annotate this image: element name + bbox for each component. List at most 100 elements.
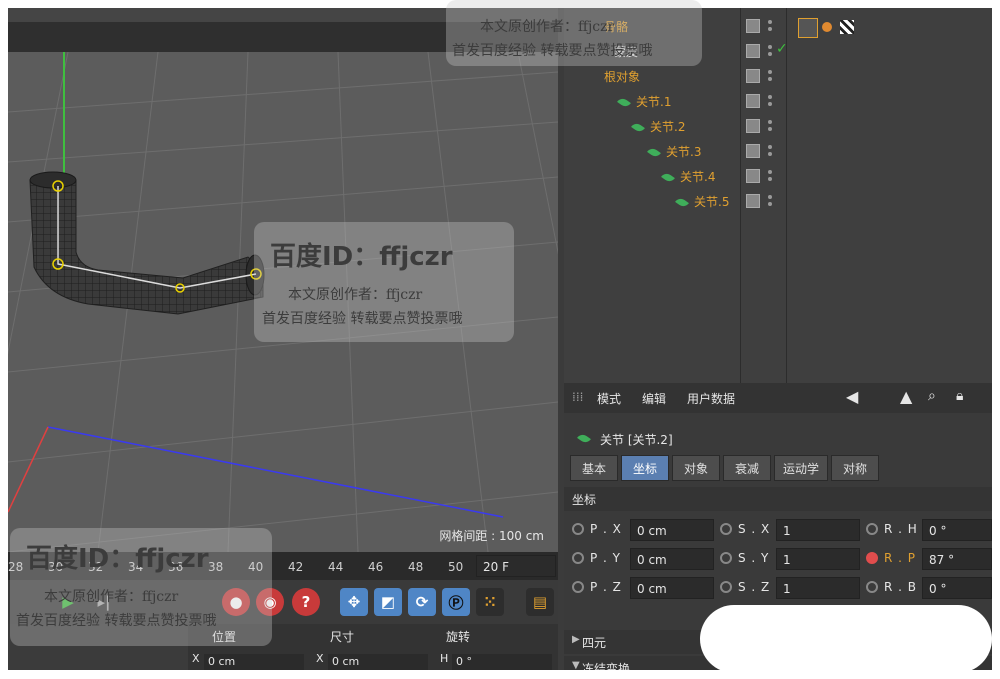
keyframe-radio[interactable] bbox=[720, 523, 732, 535]
object-name: 根对象 bbox=[604, 70, 641, 84]
render-dots-icon[interactable] bbox=[768, 169, 772, 183]
size-header: 尺寸 bbox=[330, 630, 355, 644]
list-item[interactable]: 关节.3 bbox=[564, 139, 992, 163]
up-arrow-icon[interactable]: ▲ bbox=[900, 387, 912, 406]
film-icon[interactable]: ▤ bbox=[526, 588, 554, 616]
list-item[interactable]: 关节.2 bbox=[564, 114, 992, 138]
coord-row-3: P . Z 0 cm S . Z 1 R . B 0 ° bbox=[564, 575, 992, 601]
py-field[interactable]: 0 cm bbox=[630, 548, 714, 570]
sy-field[interactable]: 1 bbox=[776, 548, 860, 570]
sz-field[interactable]: 1 bbox=[776, 577, 860, 599]
search-icon[interactable]: ⌕ bbox=[928, 388, 936, 404]
rotation-header: 旋转 bbox=[446, 630, 471, 644]
tag-icon[interactable] bbox=[798, 18, 818, 38]
grid-spacing-label: 网格间距 : 100 cm bbox=[439, 529, 544, 543]
tab-basic[interactable]: 基本 bbox=[570, 455, 618, 481]
tab-object[interactable]: 对象 bbox=[672, 455, 720, 481]
render-dots-icon[interactable] bbox=[768, 44, 772, 58]
rotate-icon[interactable]: ⟳ bbox=[408, 588, 436, 616]
pz-label: P . Z bbox=[590, 580, 622, 594]
px-field[interactable]: 0 cm bbox=[630, 519, 714, 541]
visibility-toggle[interactable] bbox=[746, 144, 760, 158]
list-item[interactable]: 关节.4 bbox=[564, 164, 992, 188]
tab-kinematics[interactable]: 运动学 bbox=[774, 455, 828, 481]
fold-label: 冻结变换 bbox=[582, 662, 631, 670]
watermark: 百度ID：ffjczr 本文原创作者：ffjczr 首发百度经验 转载要点赞投票… bbox=[10, 528, 272, 646]
checker-tag-icon[interactable] bbox=[840, 20, 854, 34]
keyframe-radio[interactable] bbox=[572, 552, 584, 564]
menu-edit[interactable]: 编辑 bbox=[642, 390, 666, 407]
list-item[interactable]: 关节.1 bbox=[564, 89, 992, 113]
rb-label: R . B bbox=[884, 580, 918, 594]
coord-row-2: P . Y 0 cm S . Y 1 R . P 87 ° bbox=[564, 546, 992, 572]
visibility-toggle[interactable] bbox=[746, 69, 760, 83]
x-label: X bbox=[316, 652, 324, 665]
size-x-field[interactable]: 0 cm bbox=[328, 654, 428, 670]
watermark-line: 本文原创作者：ffjczr bbox=[44, 589, 179, 605]
object-name: 关节.3 bbox=[666, 145, 702, 159]
sx-field[interactable]: 1 bbox=[776, 519, 860, 541]
move-icon[interactable]: ✥ bbox=[340, 588, 368, 616]
joint-icon bbox=[675, 196, 689, 209]
visibility-toggle[interactable] bbox=[746, 19, 760, 33]
visibility-toggle[interactable] bbox=[746, 94, 760, 108]
rh-field[interactable]: 0 ° bbox=[922, 519, 992, 541]
keyframe-radio[interactable] bbox=[720, 581, 732, 593]
keyframe-radio[interactable] bbox=[720, 552, 732, 564]
watermark-line: 本文原创作者：ffjczr bbox=[288, 287, 423, 303]
render-dots-icon[interactable] bbox=[768, 94, 772, 108]
keyframe-radio[interactable] bbox=[866, 523, 878, 535]
tab-coord[interactable]: 坐标 bbox=[621, 455, 669, 481]
fold-label: 四元 bbox=[582, 636, 607, 650]
menu-mode[interactable]: 模式 bbox=[597, 390, 621, 407]
object-name: 关节.5 bbox=[694, 195, 730, 209]
rot-h-field[interactable]: 0 ° bbox=[452, 654, 552, 670]
watermark-line: 本文原创作者：ffjczr bbox=[480, 19, 615, 35]
scale-icon[interactable]: ◩ bbox=[374, 588, 402, 616]
sz-label: S . Z bbox=[738, 580, 771, 594]
joint-icon bbox=[631, 121, 645, 134]
keyframe-radio[interactable] bbox=[572, 581, 584, 593]
render-dots-icon[interactable] bbox=[768, 19, 772, 33]
keyframe-radio[interactable] bbox=[866, 581, 878, 593]
render-dots-icon[interactable] bbox=[768, 69, 772, 83]
list-item[interactable]: 根对象 bbox=[564, 64, 992, 88]
keyframe-radio-active[interactable] bbox=[866, 552, 878, 564]
grip-icon: ⁞⁞⁞ bbox=[572, 390, 584, 404]
section-title: 坐标 bbox=[572, 493, 597, 507]
keyframe-radio[interactable] bbox=[572, 523, 584, 535]
coord-row-x: X 0 cm X 0 cm H 0 ° bbox=[188, 650, 558, 670]
render-dots-icon[interactable] bbox=[768, 194, 772, 208]
visibility-toggle[interactable] bbox=[746, 119, 760, 133]
pz-field[interactable]: 0 cm bbox=[630, 577, 714, 599]
menu-user-data[interactable]: 用户数据 bbox=[687, 390, 735, 407]
point-level-icon[interactable]: ⁙ bbox=[476, 588, 504, 616]
current-frame-field[interactable]: 20 F bbox=[476, 555, 556, 577]
visibility-toggle[interactable] bbox=[746, 44, 760, 58]
watermark-title: 百度ID：ffjczr bbox=[270, 242, 453, 272]
sx-label: S . X bbox=[738, 522, 771, 536]
list-item[interactable]: 关节.5 bbox=[564, 189, 992, 213]
section-header bbox=[564, 487, 992, 511]
joint-icon bbox=[577, 432, 591, 445]
back-arrow-icon[interactable]: ◀ bbox=[846, 387, 858, 406]
visibility-toggle[interactable] bbox=[746, 169, 760, 183]
tab-falloff[interactable]: 衰减 bbox=[723, 455, 771, 481]
joint-icon bbox=[661, 171, 675, 184]
lock-icon[interactable]: 🔒︎ bbox=[956, 388, 963, 404]
h-label: H bbox=[440, 652, 449, 665]
render-dots-icon[interactable] bbox=[768, 119, 772, 133]
render-dots-icon[interactable] bbox=[768, 144, 772, 158]
pos-x-field[interactable]: 0 cm bbox=[204, 654, 304, 670]
rb-field[interactable]: 0 ° bbox=[922, 577, 992, 599]
keyframe-selection-icon[interactable]: ? bbox=[292, 588, 320, 616]
tag-icon[interactable] bbox=[822, 22, 832, 32]
check-icon[interactable]: ✓ bbox=[776, 41, 788, 57]
frame-tick: 50 bbox=[448, 560, 464, 574]
parameter-icon[interactable]: Ⓟ bbox=[442, 588, 470, 616]
triangle-down-icon: ▼ bbox=[572, 660, 580, 670]
visibility-toggle[interactable] bbox=[746, 194, 760, 208]
rp-field[interactable]: 87 ° bbox=[922, 548, 992, 570]
tab-symmetry[interactable]: 对称 bbox=[831, 455, 879, 481]
x-label: X bbox=[192, 652, 200, 665]
